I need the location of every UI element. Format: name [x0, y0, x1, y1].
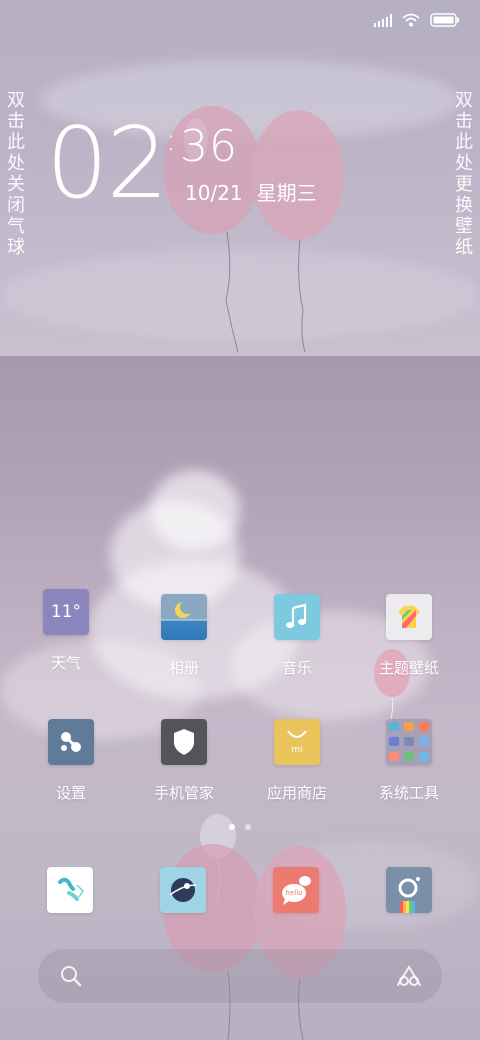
app-label: 系统工具 [378, 784, 439, 802]
signal-icon [374, 13, 392, 27]
security-icon [161, 719, 207, 765]
phone-icon [47, 867, 93, 913]
clock-date-row: 10/21 星期三 [185, 180, 317, 206]
app-store-icon: mi [274, 719, 320, 765]
app-label: 手机管家 [153, 784, 214, 802]
app-label: 天气 [50, 654, 81, 672]
clock-hour: 02 [46, 107, 169, 221]
messages-icon: hello [273, 867, 319, 913]
weather-temperature: 11° [50, 602, 82, 622]
app-label: 相册 [168, 659, 199, 677]
themes-icon [386, 594, 432, 640]
change-wallpaper-hint[interactable]: 双击此处更换壁纸 [453, 90, 475, 258]
wifi-icon [402, 13, 420, 27]
assistant-icon[interactable] [396, 965, 422, 987]
battery-icon [430, 13, 459, 27]
weather-icon: 11° [43, 589, 89, 635]
app-settings[interactable]: 设置 [16, 719, 126, 802]
app-gallery[interactable]: 相册 [129, 594, 239, 677]
system-tools-folder-icon [386, 719, 432, 765]
app-label: 应用商店 [266, 784, 327, 802]
clock-date: 10/21 [185, 181, 243, 205]
app-music[interactable]: 音乐 [242, 594, 352, 677]
app-folder-system-tools[interactable]: 系统工具 [354, 719, 464, 802]
app-store[interactable]: mi 应用商店 [242, 719, 352, 802]
app-store-badge: mi [291, 745, 303, 755]
browser-icon [160, 867, 206, 913]
search-icon[interactable] [60, 965, 82, 987]
page-dot-active[interactable] [229, 824, 235, 830]
clock-separator: : [166, 123, 177, 158]
dock-phone[interactable] [15, 867, 125, 913]
dock-browser[interactable] [128, 867, 238, 913]
app-themes[interactable]: 主题壁纸 [354, 594, 464, 677]
close-balloons-hint[interactable]: 双击此处关闭气球 [5, 90, 27, 258]
page-indicator [0, 824, 480, 830]
gallery-icon [161, 594, 207, 640]
app-label: 主题壁纸 [378, 659, 439, 677]
dock-messages[interactable]: hello [241, 867, 351, 913]
clock-weekday: 星期三 [256, 181, 317, 205]
page-dot[interactable] [245, 824, 251, 830]
app-weather[interactable]: 11° 天气 [11, 589, 121, 672]
dock-camera[interactable] [354, 867, 464, 913]
camera-icon [386, 867, 432, 913]
clock-minute: 36 [180, 121, 238, 172]
music-icon [274, 594, 320, 640]
app-security[interactable]: 手机管家 [129, 719, 239, 802]
settings-icon [48, 719, 94, 765]
messages-badge: hello [285, 889, 303, 897]
status-bar [374, 10, 460, 30]
search-bar[interactable] [38, 949, 442, 1003]
app-label: 设置 [55, 784, 86, 802]
app-label: 音乐 [281, 659, 312, 677]
search-input[interactable] [98, 959, 372, 995]
